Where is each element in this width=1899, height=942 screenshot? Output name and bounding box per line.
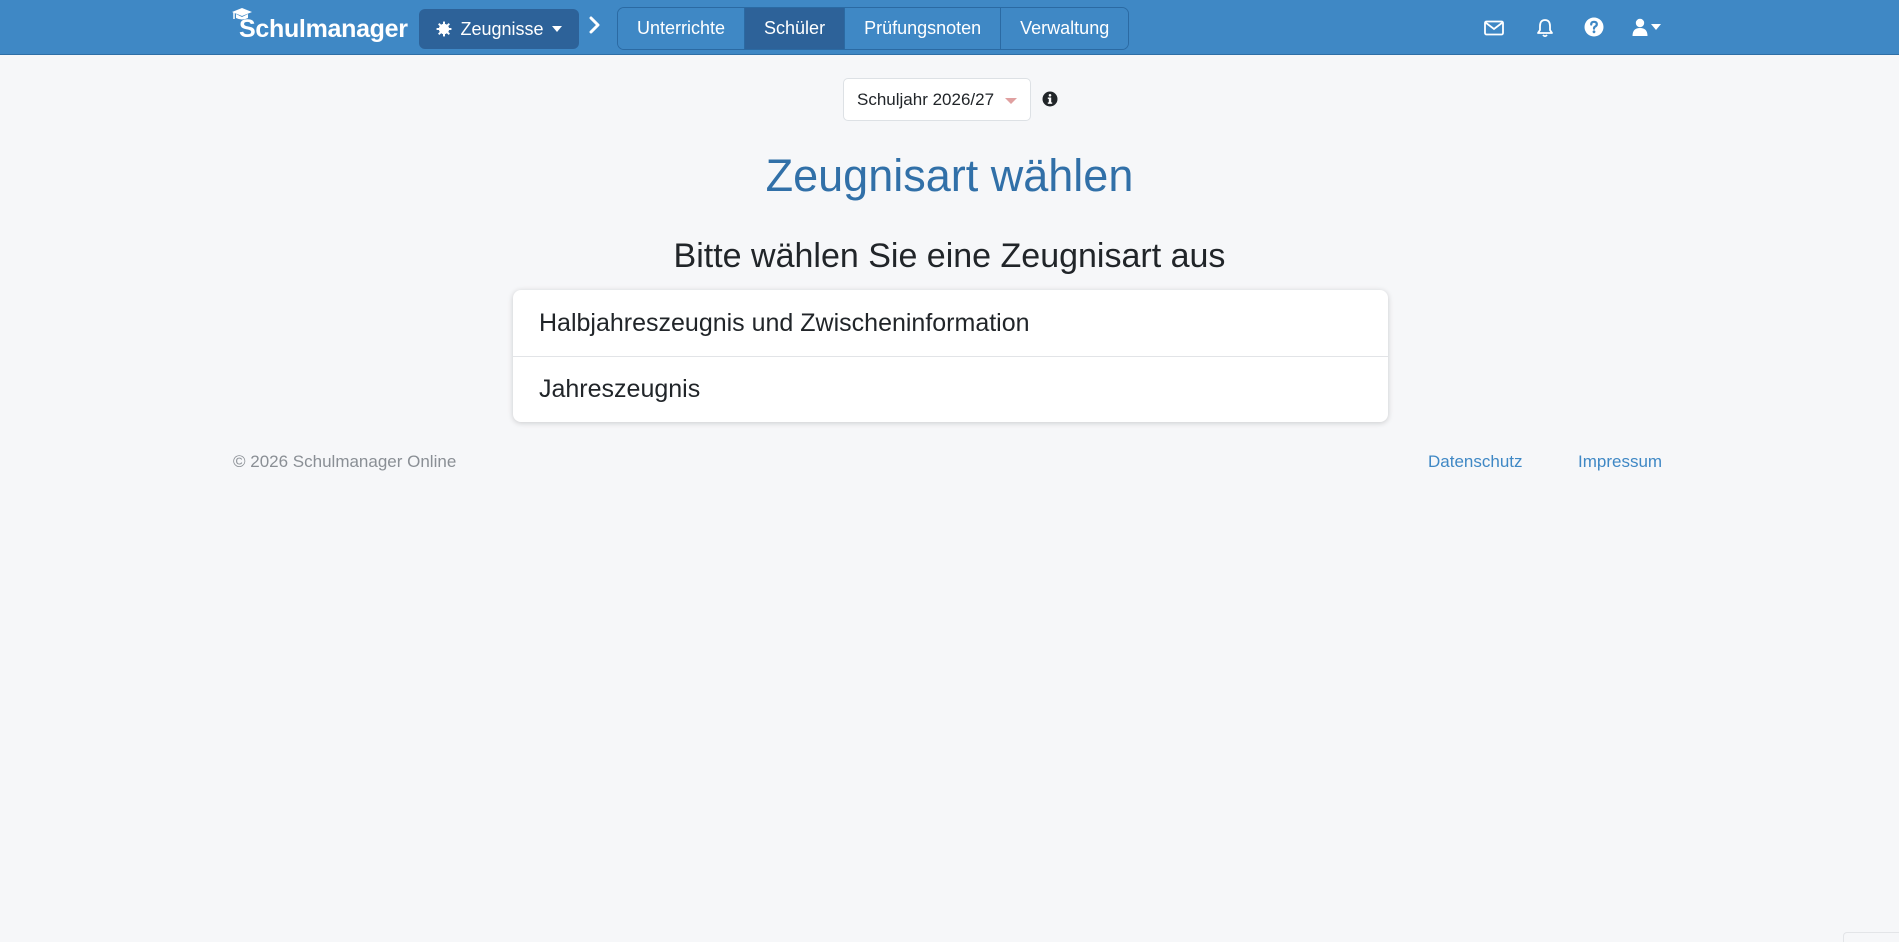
list-item[interactable]: Jahreszeugnis: [513, 356, 1388, 422]
corner-widget: [1843, 932, 1899, 942]
info-icon[interactable]: [1042, 91, 1058, 107]
top-navbar: Schulmanager Zeugnisse Unterrichte Schül…: [0, 0, 1899, 55]
footer-copyright: © 2026 Schulmanager Online: [233, 452, 457, 471]
user-menu[interactable]: [1632, 18, 1661, 36]
brand-logo[interactable]: Schulmanager: [232, 7, 408, 47]
page-subtitle: Bitte wählen Sie eine Zeugnisart aus: [673, 237, 1226, 275]
nav-item-schueler[interactable]: Schüler: [745, 8, 846, 49]
caret-down-icon: [1651, 24, 1661, 30]
help-icon[interactable]: [1584, 17, 1604, 37]
graduation-cap-icon: [232, 8, 252, 20]
nav-item-pruefungsnoten[interactable]: Prüfungsnoten: [845, 8, 1002, 49]
nav-item-unterrichte[interactable]: Unterrichte: [618, 8, 746, 49]
mail-icon[interactable]: [1484, 20, 1504, 36]
school-year-select[interactable]: Schuljahr 2026/27: [843, 78, 1031, 121]
page-title: Zeugnisart wählen: [765, 150, 1134, 201]
module-switcher-button[interactable]: Zeugnisse: [419, 9, 579, 49]
impressum-link[interactable]: Impressum: [1578, 452, 1662, 472]
user-icon: [1632, 18, 1648, 36]
list-item[interactable]: Halbjahreszeugnis und Zwischeninformatio…: [513, 290, 1388, 356]
bell-icon[interactable]: [1536, 18, 1554, 38]
caret-down-icon: [1005, 98, 1017, 104]
brand-name: Schulmanager: [239, 14, 408, 43]
main-nav: Unterrichte Schüler Prüfungsnoten Verwal…: [617, 7, 1130, 50]
gear-icon: [436, 21, 452, 37]
school-year-value: Schuljahr 2026/27: [857, 89, 995, 109]
caret-down-icon: [551, 26, 562, 32]
module-switcher-label: Zeugnisse: [460, 18, 544, 39]
datenschutz-link[interactable]: Datenschutz: [1428, 452, 1523, 472]
chevron-right-icon: [589, 16, 600, 34]
certificate-type-list: Halbjahreszeugnis und Zwischeninformatio…: [513, 290, 1388, 422]
nav-item-verwaltung[interactable]: Verwaltung: [1001, 8, 1129, 49]
